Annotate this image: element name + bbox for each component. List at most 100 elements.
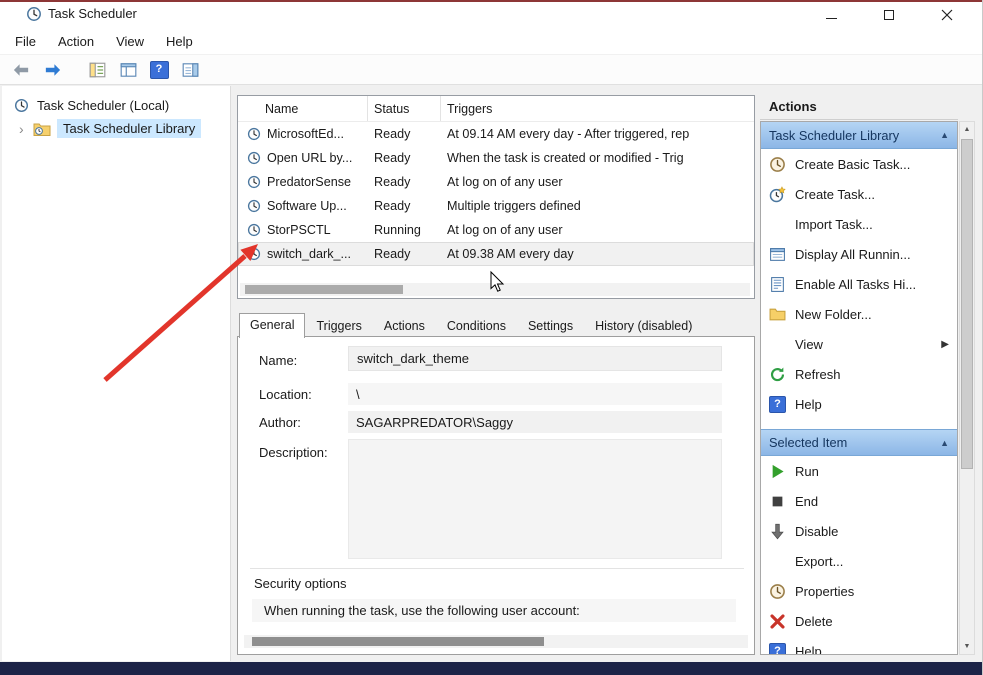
action-help[interactable]: ?Help: [761, 389, 957, 419]
task-list-hscroll-thumb[interactable]: [245, 285, 403, 294]
action-disable[interactable]: Disable: [761, 516, 957, 546]
properties-icon: [769, 583, 786, 600]
section-header-label: Task Scheduler Library: [769, 128, 940, 143]
task-row-software-up[interactable]: Software Up...ReadyMultiple triggers def…: [238, 194, 754, 218]
task-name: StorPSCTL: [267, 223, 331, 237]
tree-item-task-scheduler-library[interactable]: › Task Scheduler Library: [2, 118, 230, 139]
forward-arrow-button[interactable]: [39, 57, 65, 82]
column-header-name[interactable]: Name: [238, 96, 368, 121]
back-arrow-button[interactable]: [8, 57, 34, 82]
toolbar: ?: [0, 54, 982, 85]
console-tree-button[interactable]: [84, 57, 110, 82]
action-export[interactable]: Export...: [761, 546, 957, 576]
location-label: Location:: [259, 387, 312, 402]
back-arrow-icon: [12, 61, 31, 79]
menu-file[interactable]: File: [4, 31, 47, 52]
action-run[interactable]: Run: [761, 456, 957, 486]
tree-item-task-scheduler-local[interactable]: Task Scheduler (Local): [2, 95, 230, 116]
panes-button[interactable]: [115, 57, 141, 82]
action-delete[interactable]: Delete: [761, 606, 957, 636]
blank-icon: [769, 553, 786, 570]
action-properties[interactable]: Properties: [761, 576, 957, 606]
action-pane-button[interactable]: [177, 57, 203, 82]
details-hscroll-thumb[interactable]: [252, 637, 544, 646]
task-status: Ready: [368, 175, 441, 189]
section-header-task-scheduler-library[interactable]: Task Scheduler Library▲: [761, 122, 957, 149]
author-label: Author:: [259, 415, 301, 430]
help-icon: ?: [769, 643, 786, 656]
task-triggers: At log on of any user: [441, 175, 754, 189]
menu-action[interactable]: Action: [47, 31, 105, 52]
collapse-icon[interactable]: ▲: [940, 130, 949, 140]
tab-triggers[interactable]: Triggers: [305, 314, 372, 337]
action-enable-all-tasks-hi[interactable]: Enable All Tasks Hi...: [761, 269, 957, 299]
tab-conditions[interactable]: Conditions: [436, 314, 517, 337]
security-options-text: When running the task, use the following…: [252, 599, 736, 622]
column-header-triggers[interactable]: Triggers: [441, 96, 754, 121]
minimize-icon: [826, 18, 837, 19]
task-name: switch_dark_...: [267, 247, 351, 261]
task-triggers: When the task is created or modified - T…: [441, 151, 754, 165]
minimize-button[interactable]: [808, 2, 854, 28]
maximize-icon: [884, 10, 894, 20]
action-refresh[interactable]: Refresh: [761, 359, 957, 389]
scroll-down-icon[interactable]: ▼: [960, 639, 974, 654]
action-help[interactable]: ?Help: [761, 636, 957, 655]
task-status: Running: [368, 223, 441, 237]
task-list-hscrollbar[interactable]: [240, 283, 750, 296]
refresh-icon: [769, 366, 786, 383]
action-create-basic-task[interactable]: Create Basic Task...: [761, 149, 957, 179]
action-end[interactable]: End: [761, 486, 957, 516]
tab-settings[interactable]: Settings: [517, 314, 584, 337]
tree-library-label: Task Scheduler Library: [57, 119, 201, 138]
task-triggers: At log on of any user: [441, 223, 754, 237]
task-name: Open URL by...: [267, 151, 352, 165]
task-clock-icon: [247, 247, 261, 261]
location-field: \: [348, 383, 722, 405]
task-row-storpsctl[interactable]: StorPSCTL RunningAt log on of any user: [238, 218, 754, 242]
maximize-button[interactable]: [866, 2, 912, 28]
column-header-status[interactable]: Status: [368, 96, 441, 121]
tab-general[interactable]: General: [239, 313, 305, 338]
action-view[interactable]: View▶: [761, 329, 957, 359]
actions-vscrollbar[interactable]: ▲ ▼: [959, 121, 975, 655]
action-display-all-runnin[interactable]: Display All Runnin...: [761, 239, 957, 269]
task-row-predatorsense[interactable]: PredatorSense ReadyAt log on of any user: [238, 170, 754, 194]
action-label: New Folder...: [795, 307, 949, 322]
menu-help[interactable]: Help: [155, 31, 204, 52]
tab-actions[interactable]: Actions: [373, 314, 436, 337]
vscroll-thumb[interactable]: [961, 139, 973, 469]
end-icon: [769, 493, 786, 510]
security-options-title: Security options: [254, 576, 347, 591]
tree-root-label: Task Scheduler (Local): [37, 98, 169, 113]
actions-pane: Task Scheduler Library▲Create Basic Task…: [760, 121, 958, 655]
menu-view[interactable]: View: [105, 31, 155, 52]
close-icon: [941, 9, 953, 21]
details-hscrollbar[interactable]: [244, 635, 748, 648]
action-create-task[interactable]: Create Task...: [761, 179, 957, 209]
scroll-up-icon[interactable]: ▲: [960, 122, 974, 137]
section-header-label: Selected Item: [769, 435, 940, 450]
security-divider: [250, 568, 744, 569]
task-name: PredatorSense: [267, 175, 351, 189]
close-button[interactable]: [924, 2, 970, 28]
task-list-panel: NameStatusTriggers MicrosoftEd...ReadyAt…: [237, 95, 755, 299]
description-field[interactable]: [348, 439, 722, 559]
help-icon: ?: [769, 396, 786, 413]
action-new-folder[interactable]: New Folder...: [761, 299, 957, 329]
action-pane-icon: [181, 61, 200, 79]
name-field[interactable]: switch_dark_theme: [348, 346, 722, 371]
run-icon: [769, 463, 786, 480]
action-import-task[interactable]: Import Task...: [761, 209, 957, 239]
task-row-open-url-by[interactable]: Open URL by...ReadyWhen the task is crea…: [238, 146, 754, 170]
enable-history-icon: [769, 276, 786, 293]
task-row-microsofted[interactable]: MicrosoftEd...ReadyAt 09.14 AM every day…: [238, 122, 754, 146]
chevron-right-icon[interactable]: ›: [19, 122, 28, 136]
help-button[interactable]: ?: [146, 57, 172, 82]
collapse-icon[interactable]: ▲: [940, 438, 949, 448]
tab-history-disabled[interactable]: History (disabled): [584, 314, 703, 337]
task-row-switch-dark[interactable]: switch_dark_...ReadyAt 09.38 AM every da…: [238, 242, 754, 266]
section-header-selected-item[interactable]: Selected Item▲: [761, 429, 957, 456]
window-title: Task Scheduler: [48, 6, 137, 21]
menu-bar: FileActionViewHelp: [0, 29, 982, 54]
